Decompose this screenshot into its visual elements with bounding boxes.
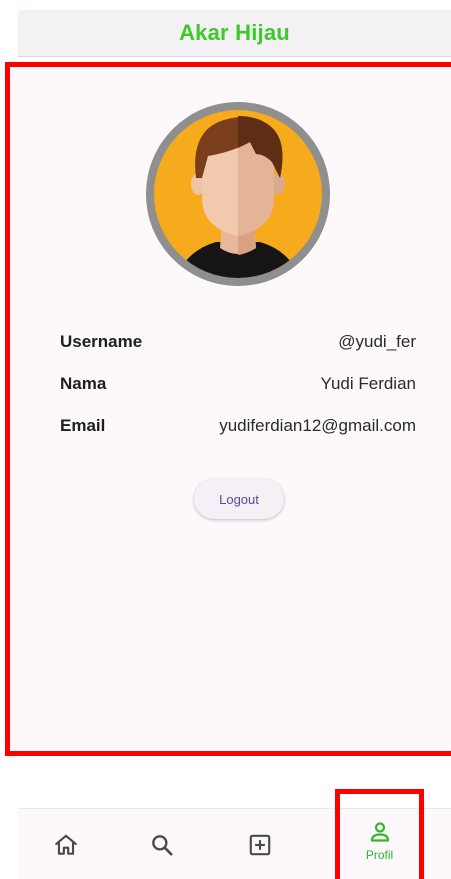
home-icon [55, 834, 77, 855]
bottom-navigation: Profil [18, 789, 451, 879]
profile-screen: Akar Hijau Username @yudi_fer Nama Yudi … [0, 0, 451, 879]
email-value: yudiferdian12@gmail.com [219, 416, 416, 435]
profile-content: Username @yudi_fer Nama Yudi Ferdian Ema… [5, 62, 451, 756]
nav-home[interactable] [46, 809, 86, 879]
email-label: Email [60, 416, 106, 435]
nama-label: Nama [60, 374, 107, 393]
search-icon [152, 834, 173, 856]
logout-button[interactable]: Logout [194, 479, 284, 519]
nav-profil-label: Profil [365, 848, 394, 862]
nav-search[interactable] [142, 809, 182, 879]
username-value: @yudi_fer [338, 332, 416, 351]
username-label: Username [60, 332, 143, 351]
username-row: Username @yudi_fer [60, 330, 416, 354]
person-icon [370, 822, 389, 842]
app-bar: Akar Hijau [18, 10, 451, 57]
avatar-illustration [146, 102, 330, 286]
add-box-icon [249, 834, 271, 855]
nama-row: Nama Yudi Ferdian [60, 372, 416, 396]
nama-value: Yudi Ferdian [320, 374, 416, 393]
app-title: Akar Hijau [179, 20, 290, 45]
nav-add[interactable] [240, 809, 280, 879]
email-row: Email yudiferdian12@gmail.com [60, 414, 416, 438]
nav-profil[interactable]: Profil [335, 789, 424, 879]
avatar [146, 102, 330, 286]
